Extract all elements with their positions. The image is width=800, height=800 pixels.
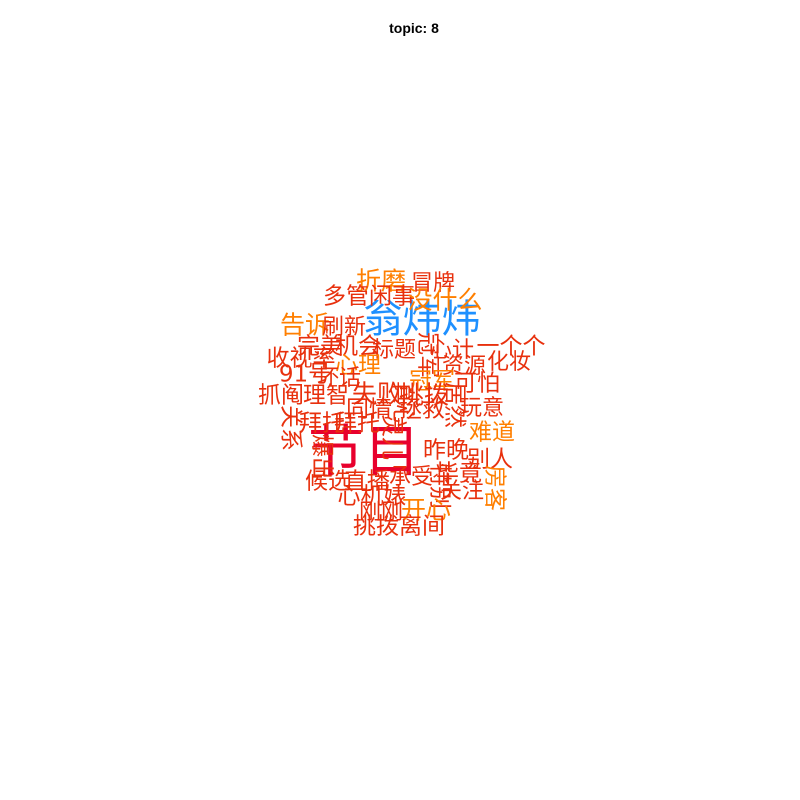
cloud-word: 拯救 <box>399 396 445 423</box>
cloud-word: 理智 <box>303 382 349 409</box>
cloud-word: 房客 <box>481 465 508 511</box>
cloud-word: 拜托 <box>334 410 380 437</box>
chart-page: topic: 8 节目 翁炜炜 折磨 冒牌 多管闲事 没什么 告诉 刷新 完美 机会 标题 冠军 心计一… <box>0 0 800 800</box>
cloud-word: 昨晚 <box>423 437 469 464</box>
cloud-word: 挑拨离间 <box>353 513 445 540</box>
word-cloud: 节目 翁炜炜 折磨 冒牌 多管闲事 没什么 告诉 刷新 完美 机会 标题 冠军 心计 一个个 收视率 心理 资源… <box>0 0 800 800</box>
cloud-word: 难道 <box>469 419 515 446</box>
cloud-word: 多管闲事 <box>323 283 415 310</box>
cloud-word: 玩意 <box>459 396 505 421</box>
cloud-word: 灵儿 <box>378 414 405 460</box>
cloud-word: 没什么 <box>407 285 483 315</box>
